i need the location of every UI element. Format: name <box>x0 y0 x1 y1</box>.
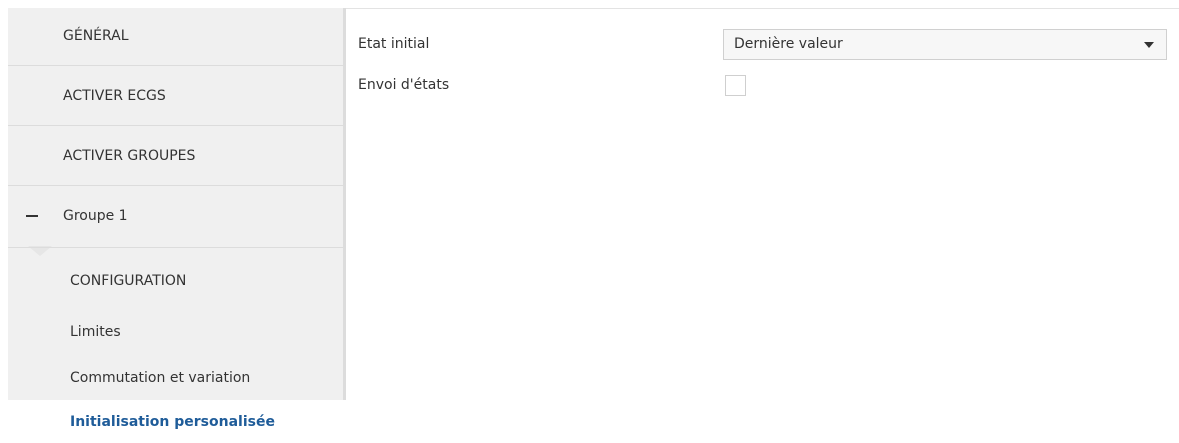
send-states-label: Envoi d'états <box>358 77 450 93</box>
sidebar-group-label: Groupe 1 <box>63 208 128 224</box>
sidebar-subitem-limites[interactable]: Limites <box>70 324 121 340</box>
sidebar-item-general[interactable]: GÉNÉRAL <box>8 8 343 66</box>
initial-state-value: Dernière valeur <box>734 36 843 52</box>
send-states-checkbox[interactable] <box>725 75 746 96</box>
content-top-border <box>346 8 1179 9</box>
sidebar-subitem-commutation[interactable]: Commutation et variation <box>70 370 250 386</box>
minus-icon[interactable] <box>26 215 38 217</box>
dropdown-arrow-icon[interactable] <box>1144 42 1154 48</box>
divider <box>8 247 343 248</box>
initial-state-select[interactable]: Dernière valeur <box>723 29 1167 60</box>
sidebar-item-label: GÉNÉRAL <box>63 28 129 44</box>
sidebar-item-activer-ecgs[interactable]: ACTIVER ECGS <box>8 68 343 126</box>
initial-state-label: Etat initial <box>358 36 430 52</box>
sidebar-subitem-label-active: Initialisation personalisée <box>70 414 275 430</box>
sidebar-subitem-initialisation[interactable]: Initialisation personalisée <box>8 400 346 443</box>
sidebar-subitem-configuration[interactable]: CONFIGURATION <box>70 273 186 289</box>
sidebar-item-label: ACTIVER ECGS <box>63 88 166 104</box>
sidebar: GÉNÉRAL ACTIVER ECGS ACTIVER GROUPES Gro… <box>8 8 343 443</box>
sidebar-group-groupe-1[interactable]: Groupe 1 <box>8 188 343 256</box>
sidebar-item-label: ACTIVER GROUPES <box>63 148 196 164</box>
sidebar-border <box>343 8 346 400</box>
sidebar-item-activer-groupes[interactable]: ACTIVER GROUPES <box>8 128 343 186</box>
